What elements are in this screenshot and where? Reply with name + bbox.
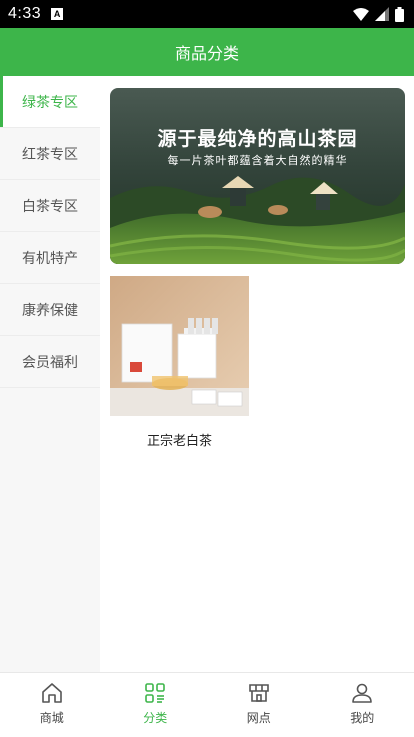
battery-icon <box>395 6 404 22</box>
category-sidebar: 绿茶专区 红茶专区 白茶专区 有机特产 康养保健 会员福利 <box>0 76 100 672</box>
status-bar: 4:33 A <box>0 0 414 28</box>
status-time: 4:33 <box>8 5 42 22</box>
sidebar-item-label: 会员福利 <box>22 354 78 371</box>
nav-item-home[interactable]: 商城 <box>0 673 104 737</box>
nav-label: 网点 <box>246 711 271 725</box>
sidebar-item-label: 有机特产 <box>22 250 78 267</box>
wifi-icon <box>353 7 369 21</box>
nav-item-store[interactable]: 网点 <box>207 673 311 737</box>
nav-label: 商城 <box>39 711 64 725</box>
sidebar-item-green-tea[interactable]: 绿茶专区 <box>0 76 100 128</box>
product-card[interactable]: 正宗老白茶 <box>110 276 249 449</box>
sidebar-item-member[interactable]: 会员福利 <box>0 336 100 388</box>
nav-label: 我的 <box>350 711 375 725</box>
sidebar-item-label: 康养保健 <box>22 302 78 319</box>
sidebar-item-health[interactable]: 康养保健 <box>0 284 100 336</box>
store-icon <box>248 684 269 702</box>
status-icons <box>353 6 404 22</box>
category-banner[interactable]: 源于最纯净的高山茶园 每一片茶叶都蕴含着大自然的精华 <box>110 88 405 264</box>
nav-item-category[interactable]: 分类 <box>104 673 208 737</box>
bottom-nav: 商城 分类 网点 我的 <box>0 672 414 737</box>
tea-garden-image <box>110 88 405 264</box>
page-title: 商品分类 <box>174 44 239 63</box>
app-header: 商品分类 <box>0 28 414 76</box>
user-icon <box>352 683 373 703</box>
sidebar-item-label: 白茶专区 <box>22 198 78 215</box>
product-name: 正宗老白茶 <box>146 434 212 449</box>
nav-label: 分类 <box>143 711 168 725</box>
sidebar-item-white-tea[interactable]: 白茶专区 <box>0 180 100 232</box>
nav-item-profile[interactable]: 我的 <box>311 673 414 737</box>
notification-icon: A <box>51 8 64 20</box>
banner-subtitle: 每一片茶叶都蕴含着大自然的精华 <box>167 154 348 167</box>
signal-icon <box>375 7 389 21</box>
banner-title: 源于最纯净的高山茶园 <box>157 128 358 150</box>
category-icon <box>145 683 166 703</box>
sidebar-item-label: 红茶专区 <box>22 146 78 163</box>
sidebar-item-label: 绿茶专区 <box>22 94 78 111</box>
home-icon <box>41 683 62 703</box>
sidebar-item-organic[interactable]: 有机特产 <box>0 232 100 284</box>
sidebar-item-black-tea[interactable]: 红茶专区 <box>0 128 100 180</box>
product-image <box>110 276 249 416</box>
category-content: 源于最纯净的高山茶园 每一片茶叶都蕴含着大自然的精华 正宗老白茶 <box>100 76 414 672</box>
